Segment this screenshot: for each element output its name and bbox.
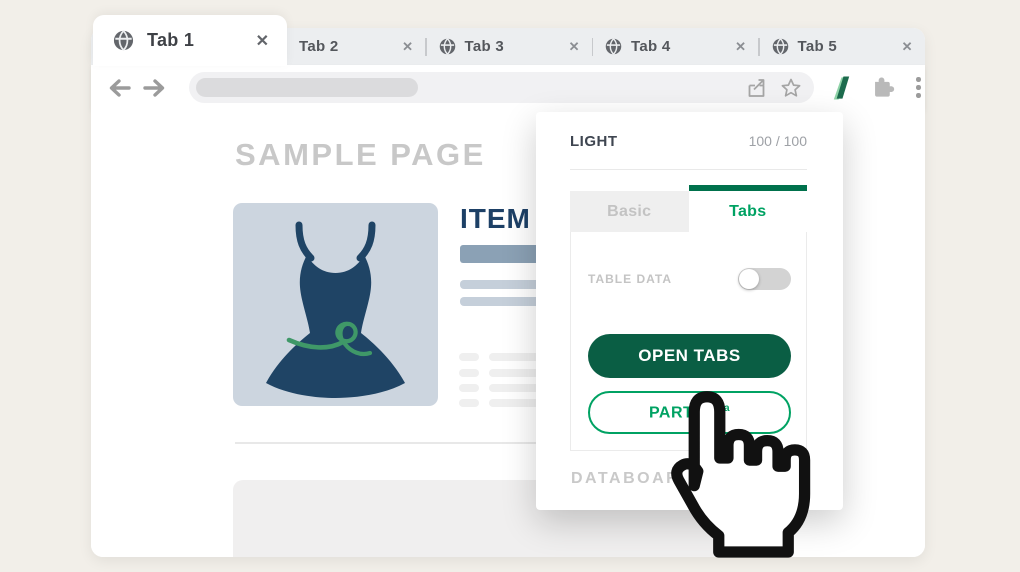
tab-4[interactable]: Tab 4 ✕ xyxy=(593,28,758,65)
illustration-canvas: Tab 2 ✕ Tab 3 ✕ Tab 4 ✕ Tab 5 ✕ Tab 1 ✕ … xyxy=(0,0,1020,572)
back-icon[interactable] xyxy=(107,77,133,99)
bookmark-star-icon[interactable] xyxy=(780,77,802,99)
table-data-toggle[interactable] xyxy=(738,268,791,290)
open-tabs-button[interactable]: OPEN TABS xyxy=(588,334,791,378)
close-icon[interactable]: ✕ xyxy=(394,39,413,55)
extension-popup: LIGHT 100 / 100 Basic Tabs TABLE DATA OP… xyxy=(536,112,843,510)
spec-row-label-bar xyxy=(459,353,479,361)
globe-icon xyxy=(605,38,622,55)
tab-label: Tab 4 xyxy=(631,38,671,55)
globe-icon xyxy=(771,38,789,55)
extension-logo-icon[interactable] xyxy=(829,73,854,103)
spec-row-label-bar xyxy=(459,369,479,377)
browser-menu-icon[interactable] xyxy=(916,77,921,98)
close-icon[interactable]: ✕ xyxy=(894,39,913,55)
beta-badge: beta xyxy=(707,402,731,414)
tab-label: Tab 1 xyxy=(147,30,195,50)
tab-strip: Tab 2 ✕ Tab 3 ✕ Tab 4 ✕ Tab 5 ✕ Tab 1 ✕ xyxy=(91,15,925,66)
address-bar[interactable] xyxy=(189,72,814,103)
usage-counter: 100 / 100 xyxy=(748,133,807,149)
popup-title: LIGHT xyxy=(570,133,618,150)
dress-illustration xyxy=(266,221,405,398)
browser-toolbar xyxy=(91,65,925,110)
tab-label: Tab 3 xyxy=(464,38,505,55)
tab-3[interactable]: Tab 3 ✕ xyxy=(427,28,592,65)
inactive-tab-group: Tab 2 ✕ Tab 3 ✕ Tab 4 ✕ Tab 5 ✕ xyxy=(287,28,925,65)
close-icon[interactable]: ✕ xyxy=(561,39,580,55)
tab-2[interactable]: Tab 2 ✕ xyxy=(287,28,425,65)
table-data-label: TABLE DATA xyxy=(588,272,672,286)
databoard-link[interactable]: DATABOARD xyxy=(571,470,694,488)
toggle-knob xyxy=(739,269,759,289)
spec-row-label-bar xyxy=(459,384,479,392)
parts-button-label: PARTS xyxy=(648,404,705,422)
globe-icon xyxy=(113,30,134,51)
share-icon[interactable] xyxy=(746,77,768,99)
url-placeholder-bar xyxy=(196,78,418,97)
popup-divider xyxy=(570,169,807,170)
page-title: SAMPLE PAGE xyxy=(235,137,486,172)
table-data-row: TABLE DATA xyxy=(588,268,791,290)
tab-label: Tab 2 xyxy=(299,38,339,55)
popup-tab-bar: Basic Tabs xyxy=(570,185,807,232)
popup-header: LIGHT 100 / 100 xyxy=(570,133,807,150)
product-image xyxy=(233,203,438,406)
tab-basic[interactable]: Basic xyxy=(570,191,689,232)
globe-icon xyxy=(438,38,456,55)
item-heading: ITEM xyxy=(460,203,531,234)
tab-1-active[interactable]: Tab 1 ✕ xyxy=(93,15,287,66)
forward-icon[interactable] xyxy=(141,77,167,99)
spec-row-label-bar xyxy=(459,399,479,407)
tab-label: Tab 5 xyxy=(797,38,838,55)
parts-button[interactable]: PARTS beta xyxy=(588,391,791,434)
tab-5[interactable]: Tab 5 ✕ xyxy=(760,28,925,65)
popup-tab-panel: TABLE DATA OPEN TABS PARTS beta xyxy=(570,232,807,451)
close-icon[interactable]: ✕ xyxy=(727,39,746,55)
tab-tabs[interactable]: Tabs xyxy=(688,185,807,232)
puzzle-extensions-icon[interactable] xyxy=(871,75,897,101)
close-icon[interactable]: ✕ xyxy=(256,31,269,51)
